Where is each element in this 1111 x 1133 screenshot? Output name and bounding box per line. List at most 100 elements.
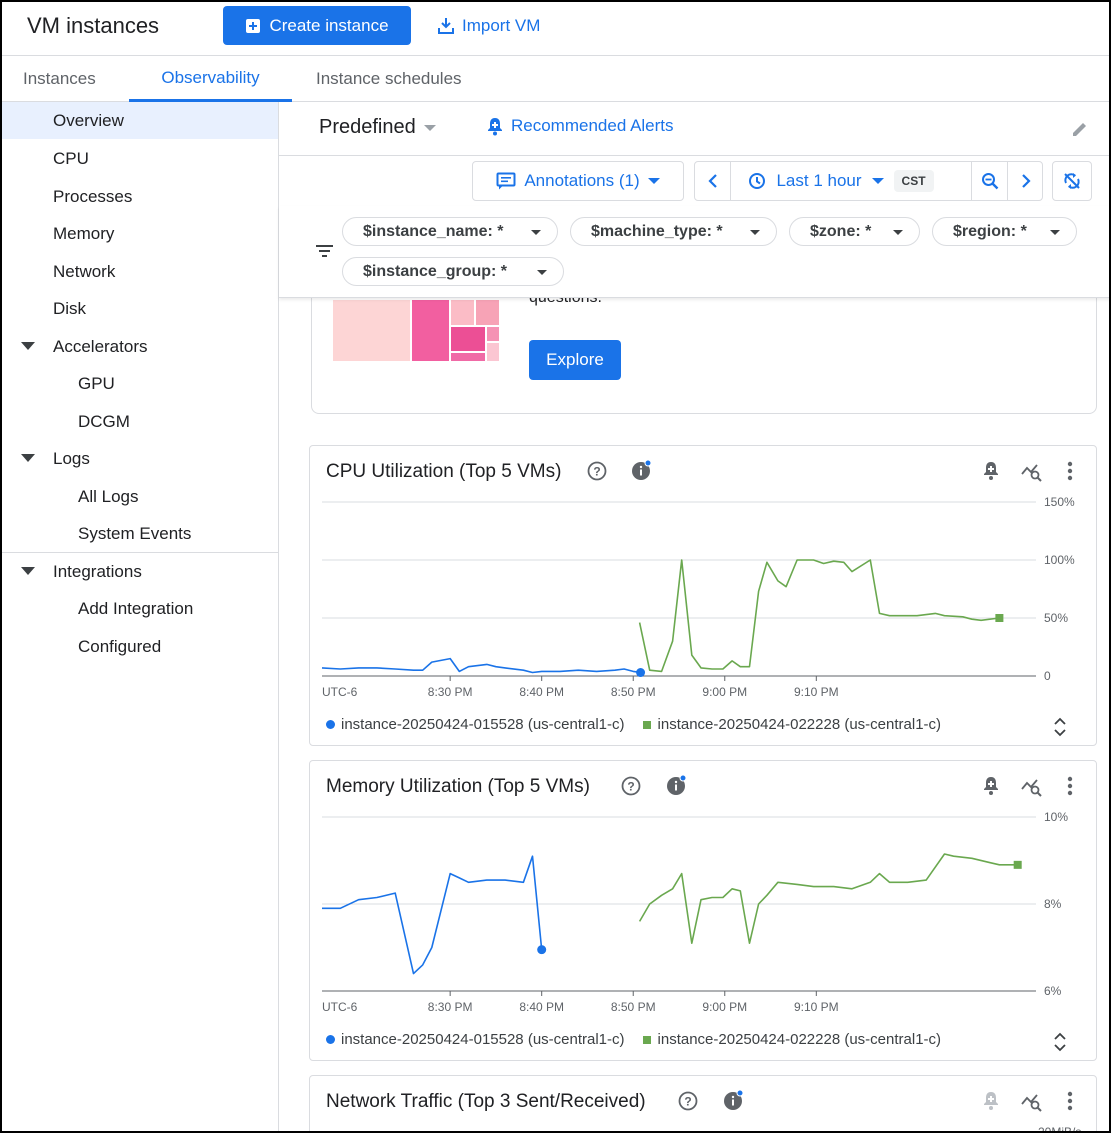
help-icon[interactable]: ? [678, 1091, 698, 1111]
chart-title: Memory Utilization (Top 5 VMs) [326, 776, 590, 797]
caret-down-icon[interactable] [21, 454, 35, 462]
explore-chart-icon[interactable] [1021, 1092, 1043, 1112]
create-instance-label: Create instance [269, 15, 389, 35]
legend-entry[interactable]: instance-20250424-022228 (us-central1-c) [658, 716, 942, 733]
add-alert-icon[interactable] [982, 1091, 1000, 1111]
sync-disabled-icon [1064, 173, 1080, 189]
help-icon[interactable]: ? [621, 776, 641, 796]
predefined-dropdown[interactable]: Predefined [319, 116, 436, 139]
more-vert-icon[interactable] [1067, 1091, 1073, 1111]
filter-icon[interactable] [316, 244, 333, 258]
import-vm-button[interactable]: Import VM [438, 6, 540, 45]
page-title: VM instances [27, 13, 160, 38]
sidebar: Overview CPU Processes Memory Network Di… [2, 102, 279, 1131]
chevron-left-icon [707, 174, 717, 188]
legend-entry[interactable]: instance-20250424-015528 (us-central1-c) [341, 1031, 625, 1048]
filter-chip-region[interactable]: $region: * [932, 217, 1077, 246]
treemap-cell [332, 299, 411, 362]
explore-button[interactable]: Explore [529, 340, 621, 380]
caret-down-icon[interactable] [21, 342, 35, 350]
x-tick-label: 9:10 PM [794, 1000, 839, 1014]
dashboard-toolbar: Predefined Recommended Alerts [279, 102, 1109, 156]
sidebar-item-add-integration[interactable]: Add Integration [2, 590, 278, 627]
chart-title: Network Traffic (Top 3 Sent/Received) [326, 1091, 646, 1112]
time-back-button[interactable] [695, 162, 730, 200]
add-alert-icon[interactable] [982, 776, 1000, 796]
info-icon[interactable] [631, 459, 653, 481]
tab-instances[interactable]: Instances [23, 56, 96, 102]
edit-pencil-icon[interactable] [1071, 120, 1089, 138]
legend-entry[interactable]: instance-20250424-022228 (us-central1-c) [658, 1031, 942, 1048]
expand-icon[interactable] [1054, 717, 1066, 737]
dropdown-arrow-icon [647, 178, 660, 184]
treemap-cell [486, 342, 500, 362]
sidebar-item-all-logs[interactable]: All Logs [2, 478, 278, 515]
help-icon[interactable]: ? [587, 461, 607, 481]
filter-chip-instance-group[interactable]: $instance_group: * [342, 257, 564, 286]
info-icon[interactable] [666, 774, 688, 796]
download-icon [438, 18, 454, 34]
create-instance-button[interactable]: Create instance [223, 6, 411, 45]
zoom-out-button[interactable] [972, 162, 1007, 200]
sidebar-item-label: All Logs [78, 486, 139, 506]
filter-chip-label: $instance_group: * [363, 262, 508, 280]
sidebar-item-cpu[interactable]: CPU [2, 140, 278, 177]
sidebar-item-label: Accelerators [53, 336, 148, 356]
sidebar-item-logs[interactable]: Logs [2, 440, 278, 477]
recommended-alerts-button[interactable]: Recommended Alerts [487, 116, 674, 136]
time-forward-button[interactable] [1008, 162, 1043, 200]
sidebar-item-configured[interactable]: Configured [2, 628, 278, 665]
x-tick-label: 8:50 PM [611, 685, 656, 699]
sidebar-item-accelerators[interactable]: Accelerators [2, 328, 278, 365]
y-tick-label: 50% [1044, 611, 1068, 625]
sidebar-item-processes[interactable]: Processes [2, 178, 278, 215]
dropdown-arrow-icon [871, 178, 884, 184]
explore-chart-icon[interactable] [1021, 777, 1043, 797]
sidebar-item-gpu[interactable]: GPU [2, 365, 278, 402]
time-range-dropdown[interactable]: Last 1 hour CST [731, 162, 951, 200]
legend-entry[interactable]: instance-20250424-015528 (us-central1-c) [341, 716, 625, 733]
sidebar-item-label: DCGM [78, 411, 130, 431]
cpu-utilization-chart: 150% 100% 50% 0 UTC-6 8:30 PM 8:40 PM 8:50 PM 9:… [321, 495, 1075, 699]
recommended-alerts-label: Recommended Alerts [511, 116, 674, 135]
dropdown-arrow-icon [531, 230, 541, 235]
more-vert-icon[interactable] [1067, 776, 1073, 796]
dropdown-arrow-icon [893, 230, 903, 235]
expand-icon[interactable] [1054, 1032, 1066, 1052]
sidebar-item-overview[interactable]: Overview [2, 102, 278, 139]
zoom-out-icon [981, 173, 998, 190]
caret-down-icon[interactable] [21, 567, 35, 575]
sidebar-item-memory[interactable]: Memory [2, 215, 278, 252]
more-vert-icon[interactable] [1067, 461, 1073, 481]
legend-marker [642, 720, 651, 729]
explore-card: questions. Explore [311, 298, 1097, 414]
sidebar-item-disk[interactable]: Disk [2, 290, 278, 327]
comment-icon [496, 172, 516, 189]
sidebar-item-network[interactable]: Network [2, 253, 278, 290]
annotations-dropdown[interactable]: Annotations (1) [472, 161, 684, 201]
sidebar-item-label: Overview [53, 110, 124, 130]
filter-chip-machine-type[interactable]: $machine_type: * [570, 217, 777, 246]
sidebar-item-integrations[interactable]: Integrations [2, 553, 278, 590]
treemap-cell [450, 352, 486, 362]
tab-instance-schedules[interactable]: Instance schedules [316, 56, 462, 102]
x-tick-label: 8:30 PM [428, 1000, 473, 1014]
x-tick-label: 8:40 PM [519, 685, 564, 699]
explore-chart-icon[interactable] [1021, 462, 1043, 482]
sidebar-item-system-events[interactable]: System Events [2, 515, 278, 552]
legend-marker [642, 1035, 651, 1044]
tab-bar: Instances Observability Instance schedul… [2, 56, 1109, 102]
filter-chip-instance-name[interactable]: $instance_name: * [342, 217, 558, 246]
sidebar-item-dcgm[interactable]: DCGM [2, 403, 278, 440]
series-end-marker [537, 945, 547, 955]
info-icon[interactable] [723, 1089, 745, 1111]
import-vm-label: Import VM [462, 15, 541, 35]
series-end-marker [636, 668, 646, 678]
dropdown-arrow-icon [750, 230, 760, 235]
time-range-label: Last 1 hour [776, 171, 862, 190]
filter-chip-zone[interactable]: $zone: * [789, 217, 920, 246]
tab-observability[interactable]: Observability [129, 56, 292, 102]
sync-off-button[interactable] [1052, 161, 1092, 201]
y-tick-label: 6% [1044, 984, 1062, 998]
add-alert-icon[interactable] [982, 461, 1000, 481]
